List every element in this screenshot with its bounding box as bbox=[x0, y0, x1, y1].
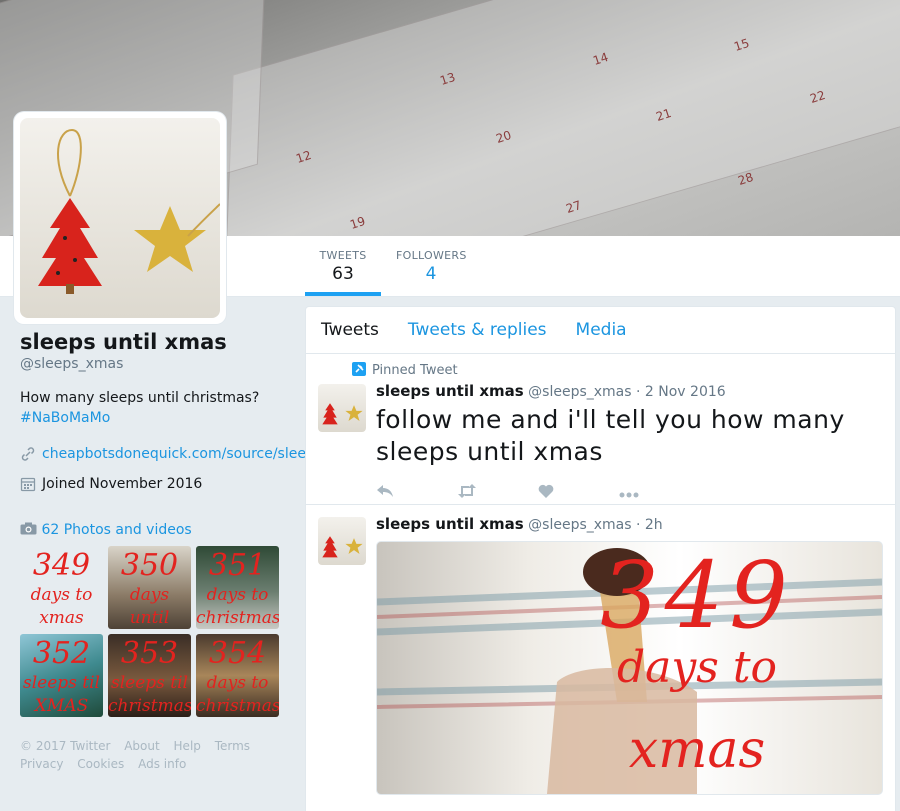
footer-help-link[interactable]: Help bbox=[174, 739, 201, 753]
more-icon[interactable] bbox=[619, 482, 700, 503]
hashtag-link[interactable]: #NaBoMaMo bbox=[20, 408, 290, 428]
followers-stat-value: 4 bbox=[425, 264, 437, 284]
tweet-item[interactable]: Pinned Tweet sleeps until xmas @sleeps_x… bbox=[306, 354, 895, 505]
thumb-caption: sleeps til XMAS bbox=[23, 673, 100, 716]
tweet-header: sleeps until xmas @sleeps_xmas · 2h bbox=[376, 515, 883, 533]
photos-videos-label: 62 Photos and videos bbox=[41, 522, 192, 538]
profile-url-link[interactable]: cheapbotsdonequick.com/source/sleeps_... bbox=[42, 446, 343, 466]
pinned-label-row: Pinned Tweet bbox=[352, 362, 883, 378]
tab-media[interactable]: Media bbox=[576, 320, 627, 340]
thumb-number: 354 bbox=[208, 636, 267, 671]
tweet-actions bbox=[376, 482, 883, 503]
thumb-caption: days untilchristmas bbox=[129, 585, 170, 628]
avatar-image bbox=[20, 118, 220, 318]
profile-url-row: cheapbotsdonequick.com/source/sleeps_... bbox=[20, 446, 343, 466]
media-overlay-line1: days to bbox=[617, 642, 777, 693]
followers-stat-label: FOLLOWERS bbox=[396, 249, 467, 262]
tweet-author-handle[interactable]: @sleeps_xmas bbox=[528, 384, 631, 400]
profile-avatar[interactable] bbox=[14, 112, 226, 324]
tweet-timestamp[interactable]: · 2h bbox=[636, 517, 663, 533]
photos-videos-link[interactable]: 62 Photos and videos bbox=[20, 522, 290, 538]
calendar-icon bbox=[20, 476, 42, 496]
photo-grid: 349 days toxmas 350 days untilchristmas … bbox=[20, 546, 290, 717]
thumb-caption: days to xmas bbox=[30, 585, 93, 628]
thumb-number: 351 bbox=[208, 548, 267, 583]
tab-tweets[interactable]: Tweets bbox=[321, 320, 379, 340]
profile-name: sleeps until xmas bbox=[20, 330, 227, 354]
photo-thumb[interactable]: 352 sleeps til XMAS bbox=[20, 634, 103, 717]
tweet-avatar[interactable] bbox=[318, 384, 366, 432]
timeline-tabs: Tweets Tweets & replies Media bbox=[306, 307, 895, 354]
media-overlay-number: 349 bbox=[600, 542, 794, 649]
tweets-stat[interactable]: TWEETS 63 bbox=[305, 236, 381, 296]
tweet-timestamp[interactable]: · 2 Nov 2016 bbox=[636, 384, 726, 400]
pinned-tweet-label: Pinned Tweet bbox=[372, 363, 458, 378]
tab-tweets-replies[interactable]: Tweets & replies bbox=[408, 320, 547, 340]
like-icon[interactable] bbox=[538, 482, 619, 503]
footer-cookies-link[interactable]: Cookies bbox=[77, 757, 124, 771]
thumb-number: 349 bbox=[32, 548, 91, 583]
thumb-caption: days to christmas bbox=[196, 673, 279, 716]
footer-ads-link[interactable]: Ads info bbox=[138, 757, 186, 771]
tweets-stat-value: 63 bbox=[332, 264, 354, 284]
thumb-number: 350 bbox=[120, 548, 179, 583]
bio-text: How many sleeps until christmas? bbox=[20, 390, 260, 406]
thumb-caption: days to christmas bbox=[196, 585, 279, 628]
footer-links: © 2017 Twitter About Help Terms Privacy … bbox=[20, 737, 280, 773]
profile-bio: How many sleeps until christmas? #NaBoMa… bbox=[20, 388, 290, 428]
media-overlay-line2: xmas bbox=[628, 720, 766, 780]
reply-icon[interactable] bbox=[376, 482, 457, 503]
followers-stat[interactable]: FOLLOWERS 4 bbox=[396, 236, 466, 296]
retweet-icon[interactable] bbox=[457, 482, 538, 503]
tweet-header: sleeps until xmas @sleeps_xmas · 2 Nov 2… bbox=[376, 382, 883, 400]
photo-thumb[interactable]: 350 days untilchristmas bbox=[108, 546, 191, 629]
joined-date: Joined November 2016 bbox=[42, 476, 203, 492]
ornaments-image bbox=[38, 128, 220, 294]
profile-handle[interactable]: @sleeps_xmas bbox=[20, 356, 290, 372]
tweet-author-handle[interactable]: @sleeps_xmas bbox=[528, 517, 631, 533]
photo-thumb[interactable]: 353 sleeps til christmas bbox=[108, 634, 191, 717]
footer-about-link[interactable]: About bbox=[124, 739, 159, 753]
footer-copyright: © 2017 Twitter bbox=[20, 739, 111, 753]
thumb-number: 353 bbox=[120, 636, 179, 671]
link-icon bbox=[20, 446, 42, 466]
photo-thumb[interactable]: 349 days to xmas bbox=[20, 546, 103, 629]
photo-thumb[interactable]: 354 days to christmas bbox=[196, 634, 279, 717]
footer-terms-link[interactable]: Terms bbox=[215, 739, 250, 753]
thumb-number: 352 bbox=[32, 636, 91, 671]
tweet-item[interactable]: sleeps until xmas @sleeps_xmas · 2h 349 … bbox=[306, 505, 895, 811]
tweet-media-image[interactable]: 349 days to xmas bbox=[376, 541, 883, 795]
pin-icon bbox=[352, 362, 372, 378]
footer-privacy-link[interactable]: Privacy bbox=[20, 757, 63, 771]
tweet-author-name[interactable]: sleeps until xmas bbox=[376, 382, 524, 400]
thumb-caption: sleeps til christmas bbox=[108, 673, 191, 716]
tweet-text: follow me and i'll tell you how many sle… bbox=[376, 405, 845, 466]
profile-sidebar: sleeps until xmas @sleeps_xmas How many … bbox=[20, 330, 343, 717]
tweets-stat-label: TWEETS bbox=[319, 249, 367, 262]
tweet-avatar[interactable] bbox=[318, 517, 366, 565]
tweet-author-name[interactable]: sleeps until xmas bbox=[376, 515, 524, 533]
photo-thumb[interactable]: 351 days to christmas bbox=[196, 546, 279, 629]
camera-icon bbox=[20, 522, 41, 538]
timeline: Tweets Tweets & replies Media Pinned Twe… bbox=[305, 306, 896, 811]
banner-date: 28 bbox=[736, 169, 756, 189]
profile-joined-row: Joined November 2016 bbox=[20, 476, 290, 496]
